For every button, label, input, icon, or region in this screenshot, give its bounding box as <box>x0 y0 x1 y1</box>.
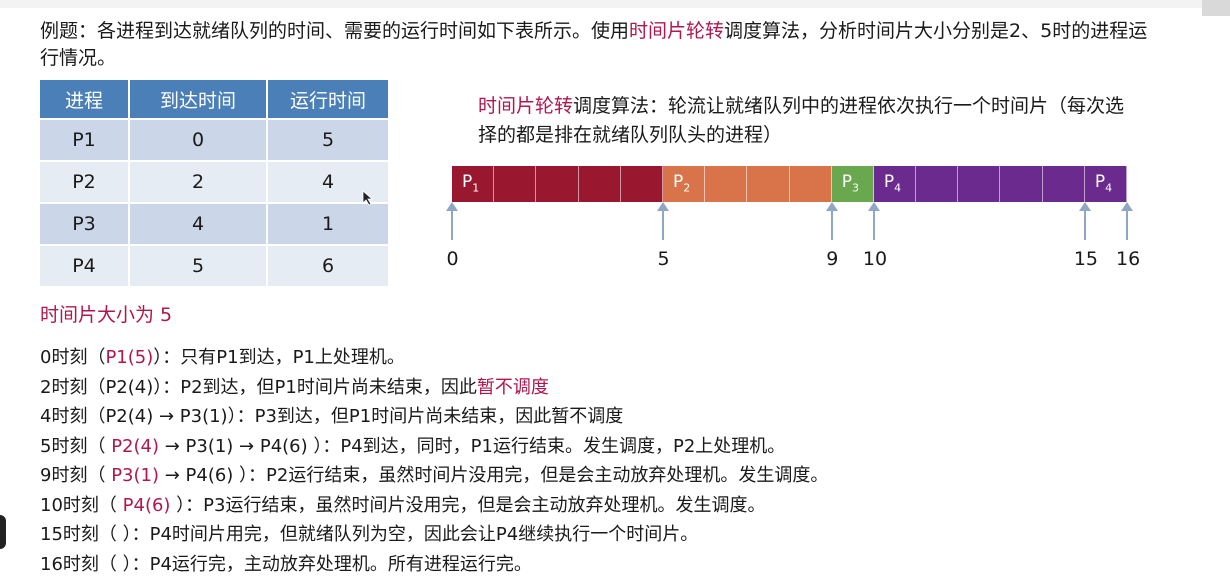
column-header-runtime: 运行时间 <box>267 80 390 119</box>
log-text: 9时刻（ <box>40 465 112 486</box>
mouse-cursor-icon <box>362 190 374 206</box>
intro-text-1: 例题：各进程到达就绪队列的时间、需要的运行时间如下表所示。使用 <box>40 20 630 42</box>
log-text: 10时刻（ <box>40 494 123 516</box>
time-tick-label: 0 <box>446 248 459 270</box>
table-cell: 5 <box>129 244 268 286</box>
table-header-row: 进程 到达时间 运行时间 <box>40 80 390 119</box>
time-arrow <box>867 202 880 240</box>
log-text: ）：只有P1到达，P1上处理机。 <box>153 347 405 368</box>
gantt-label: P4 <box>1094 172 1113 195</box>
table-cell: 2 <box>129 160 268 203</box>
time-slice-label: 时间片大小为 5 <box>40 304 173 326</box>
time-arrow <box>825 202 838 240</box>
gantt-chart: P1 P2 P3 P4 P4 <box>452 166 1127 202</box>
gantt-label-sub: 1 <box>472 181 480 195</box>
top-bar <box>0 0 1230 8</box>
table-cell: 0 <box>129 118 268 161</box>
gantt-cell-p2 <box>705 166 748 202</box>
corner-tab <box>1202 0 1230 16</box>
gantt-cell-p1 <box>578 166 621 202</box>
log-line: 2时刻（P2(4)）：P2到达，但P1时间片尚未结束，因此暂不调度 <box>40 373 828 403</box>
log-line: 5时刻（ P2(4) → P3(1) → P4(6) ）：P4到达，同时，P1运… <box>40 432 828 462</box>
log-text: → P3(1) → P4(6) ）：P4到达，同时，P1运行结束。发生调度，P2… <box>159 435 786 457</box>
gantt-cell-p4 <box>1000 166 1043 202</box>
gantt-cell-p2 <box>747 166 790 202</box>
time-arrow <box>446 202 458 240</box>
gantt-label: P2 <box>672 172 691 195</box>
table-cell: P4 <box>40 244 130 286</box>
gantt-cell-p4: P4 <box>873 166 917 202</box>
table-cell: 1 <box>267 202 390 245</box>
log-highlight: P3(1) <box>111 465 159 486</box>
process-table: 进程 到达时间 运行时间 P1 0 5 P2 2 4 P3 4 1 P4 5 6 <box>40 80 390 286</box>
table-row: P4 5 6 <box>40 244 390 286</box>
gantt-label-sub: 2 <box>683 181 691 195</box>
gantt-cell-p4 <box>958 166 1001 202</box>
log-text: 4时刻（P2(4) → P3(1)）：P3到达，但P1时间片尚未结束，因此暂不调… <box>40 406 624 427</box>
table-cell: P3 <box>40 202 130 245</box>
table-row: P3 4 1 <box>40 202 390 245</box>
table-cell: 4 <box>129 202 268 245</box>
time-tick-label: 10 <box>862 248 888 270</box>
gantt-label: P4 <box>883 172 902 195</box>
gantt-cell-p4: P4 <box>1084 166 1127 202</box>
log-line: 16时刻（ ）：P4运行完，主动放弃处理机。所有进程运行完。 <box>40 550 828 579</box>
time-tick-label: 15 <box>1073 248 1098 270</box>
table-cell: P2 <box>40 160 130 203</box>
column-header-process: 进程 <box>40 80 130 119</box>
gantt-cell-p1: P1 <box>452 166 495 202</box>
time-arrow <box>656 202 669 240</box>
time-tick-label: 16 <box>1116 248 1141 270</box>
log-text: 5时刻（ <box>40 435 112 457</box>
gantt-cell-p1 <box>536 166 579 202</box>
log-text: 2时刻（P2(4)）：P2到达，但P1时间片尚未结束，因此 <box>40 376 477 398</box>
table-row: P1 0 5 <box>40 118 390 161</box>
column-header-arrival: 到达时间 <box>129 80 268 119</box>
log-line: 0时刻（P1(5)）：只有P1到达，P1上处理机。 <box>40 343 828 373</box>
gantt-cell-p1 <box>494 166 537 202</box>
gantt-label-sub: 4 <box>1105 181 1113 195</box>
log-highlight: P1(5) <box>105 347 154 368</box>
time-arrow <box>1078 202 1091 240</box>
log-highlight: P4(6) <box>122 494 171 516</box>
intro-paragraph: 例题：各进程到达就绪队列的时间、需要的运行时间如下表所示。使用时间片轮转调度算法… <box>40 18 1150 72</box>
log-line: 10时刻（ P4(6) ）：P3运行结束，虽然时间片没用完，但是会主动放弃处理机… <box>40 491 828 521</box>
time-arrow <box>1121 202 1133 240</box>
log-highlight: P2(4) <box>111 435 159 457</box>
log-text: 15时刻（ ）：P4时间片用完，但就绪队列为空，因此会让P4继续执行一个时间片。 <box>40 524 699 545</box>
log-highlight: 暂不调度 <box>476 376 549 398</box>
gantt-cell-p1 <box>620 166 663 202</box>
gantt-cell-p3: P3 <box>831 166 874 202</box>
time-tick-label: 5 <box>657 248 670 270</box>
log-text: 16时刻（ ）：P4运行完，主动放弃处理机。所有进程运行完。 <box>40 553 532 575</box>
round-robin-description: 时间片轮转调度算法：轮流让就绪队列中的进程依次执行一个时间片（每次选择的都是排在… <box>478 92 1138 150</box>
time-tick-label: 9 <box>826 248 839 270</box>
gantt-cell-p4 <box>1042 166 1085 202</box>
gantt-cell-p2: P2 <box>662 166 706 202</box>
intro-highlight: 时间片轮转 <box>629 20 725 42</box>
gantt-label-sub: 3 <box>851 181 859 195</box>
table-row: P2 2 4 <box>40 160 390 203</box>
log-text: 0时刻（ <box>40 347 106 368</box>
log-line: 9时刻（ P3(1) → P4(6) ）：P2运行结束，虽然时间片没用完，但是会… <box>40 461 828 491</box>
log-text: ）：P3运行结束，虽然时间片没用完，但是会主动放弃处理机。发生调度。 <box>170 494 766 516</box>
gantt-cell-p2 <box>789 166 832 202</box>
log-line: 4时刻（P2(4) → P3(1)）：P3到达，但P1时间片尚未结束，因此暂不调… <box>40 402 828 432</box>
table-cell: 5 <box>267 118 390 161</box>
side-handle[interactable] <box>0 515 6 549</box>
gantt-label-sub: 4 <box>894 181 902 195</box>
table-cell: 6 <box>267 244 390 286</box>
gantt-cell-p4 <box>916 166 959 202</box>
rr-highlight: 时间片轮转 <box>478 95 574 117</box>
log-text: → P4(6) ）：P2运行结束，虽然时间片没用完，但是会主动放弃处理机。发生调… <box>159 465 829 486</box>
gantt-label: P1 <box>462 172 480 195</box>
table-cell: P1 <box>40 118 130 161</box>
log-line: 15时刻（ ）：P4时间片用完，但就绪队列为空，因此会让P4继续执行一个时间片。 <box>40 520 828 550</box>
rr-text: 调度算法：轮流让就绪队列中的进程依次执行一个时间片（每次选择的都是排在就绪队列队… <box>478 95 1125 146</box>
schedule-log: 0时刻（P1(5)）：只有P1到达，P1上处理机。 2时刻（P2(4)）：P2到达… <box>40 343 828 579</box>
gantt-label: P3 <box>841 172 859 195</box>
